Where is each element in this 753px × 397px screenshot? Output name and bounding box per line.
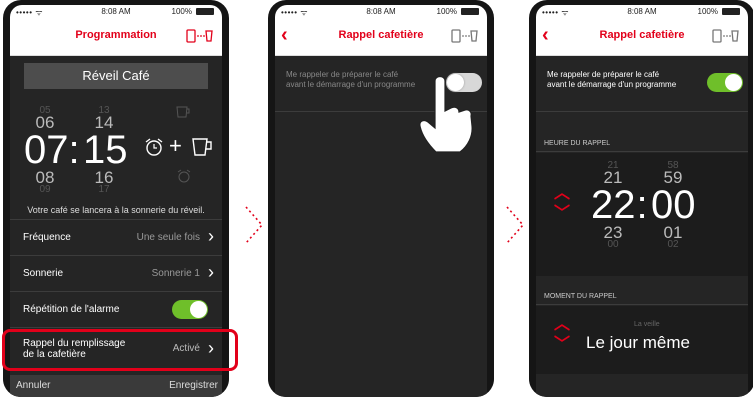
reminder-option-line2: avant le démarrage d'un programme (547, 80, 677, 89)
coffee-maker-icon (192, 138, 212, 156)
battery-icon (196, 8, 214, 15)
stage: ••••• ᯤ 8:08 AM 100% Programmation Révei… (0, 0, 753, 397)
chevron-right-icon: › (208, 262, 214, 282)
hour-selected: 22 (591, 183, 636, 227)
plus-sign: + (169, 133, 182, 158)
minute-selected: 00 (651, 183, 696, 227)
alarm-repeat-row: Répétition de l'alarme (10, 291, 222, 327)
nav-bar: ‹ Rappel cafetière (536, 18, 748, 56)
phone-to-coffee-machine-icon[interactable] (712, 29, 740, 43)
chevron-right-icon: › (208, 226, 214, 246)
frequency-value: Une seule fois (136, 232, 200, 243)
reminder-option-row: Me rappeler de préparer le café avant le… (536, 56, 748, 112)
ringtone-label: Sonnerie (23, 268, 64, 279)
ringtone-row[interactable]: Sonnerie Sonnerie 1 › (10, 255, 222, 291)
moment-selected-option[interactable]: Le jour même (586, 333, 690, 353)
highlight-frame (2, 329, 238, 371)
cancel-button[interactable]: Annuler (16, 380, 50, 391)
minute-selected: 15 (83, 128, 128, 172)
hour-option: 08 (35, 168, 55, 187)
moment-previous-option: La veille (634, 321, 660, 328)
screen-reminder-on: ••••• ᯤ 8:08 AM 100% ‹ Rappel cafetière … (536, 5, 748, 397)
status-bar: ••••• ᯤ 8:08 AM 100% (10, 5, 222, 18)
save-button[interactable]: Enregistrer (169, 380, 218, 391)
dotted-arrow-icon (245, 206, 264, 244)
alarm-name-banner[interactable]: Réveil Café (24, 63, 208, 89)
phone-to-coffee-machine-icon[interactable] (451, 29, 479, 43)
nav-bar: Programmation (10, 18, 222, 56)
hour-option: 00 (607, 239, 619, 250)
coffee-pot-icon (176, 106, 190, 118)
battery-percent: 100% (171, 7, 192, 16)
time-separator: : (636, 183, 648, 227)
reminder-option-line1: Me rappeler de préparer le café (547, 70, 660, 79)
battery-percent: 100% (697, 7, 718, 16)
coffee-start-note: Votre café se lancera à la sonnerie du r… (27, 205, 205, 215)
alarm-clock-icon (145, 138, 163, 156)
status-bar: ••••• ᯤ 8:08 AM 100% (275, 5, 487, 18)
minute-wheel[interactable]: 13 14 15 16 17 (83, 106, 128, 195)
chevron-up-icon[interactable]: ︿ (554, 317, 570, 333)
nav-bar: ‹ Rappel cafetière (275, 18, 487, 56)
reminder-hour-wheel[interactable]: 21 21 22 23 00 (591, 161, 636, 250)
hour-selected: 07 (24, 128, 69, 172)
alarm-clock-icon-dim (177, 169, 191, 183)
minute-option: 01 (663, 223, 683, 242)
status-bar: ••••• ᯤ 8:08 AM 100% (536, 5, 748, 18)
minute-option: 02 (667, 239, 679, 250)
hour-option: 23 (603, 223, 623, 242)
bottom-bar: Annuler Enregistrer (10, 375, 222, 397)
phone-reminder-on: ••••• ᯤ 8:08 AM 100% ‹ Rappel cafetière … (529, 0, 753, 397)
reminder-time-panel: ︿ ﹀ 21 21 22 23 00 : 58 59 00 01 02 (536, 153, 748, 276)
reminder-minute-wheel[interactable]: 58 59 00 01 02 (651, 161, 696, 250)
alarm-repeat-toggle[interactable] (172, 300, 208, 319)
reminder-toggle[interactable] (707, 73, 743, 92)
dotted-arrow-icon (506, 206, 525, 244)
chevron-up-icon[interactable]: ︿ (554, 186, 570, 202)
reminder-time-section-header: HEURE DU RAPPEL (536, 136, 748, 152)
minute-option: 17 (98, 184, 110, 195)
alarm-repeat-label: Répétition de l'alarme (23, 304, 120, 315)
reminder-option-line2: avant le démarrage d'un programme (286, 80, 416, 89)
chevron-down-icon[interactable]: ﹀ (554, 206, 570, 222)
tapping-hand-icon (419, 75, 473, 153)
hour-option: 09 (39, 184, 51, 195)
screen-reminder-off: ••••• ᯤ 8:08 AM 100% ‹ Rappel cafetière … (275, 5, 487, 397)
reminder-option-line1: Me rappeler de préparer le café (286, 70, 399, 79)
minute-option: 16 (94, 168, 114, 187)
battery-icon (461, 8, 479, 15)
reminder-option-label: Me rappeler de préparer le café avant le… (547, 70, 707, 90)
frequency-label: Fréquence (23, 232, 71, 243)
reminder-moment-panel: ︿ ﹀ La veille Le jour même (536, 306, 748, 374)
chevron-down-icon[interactable]: ﹀ (554, 337, 570, 353)
frequency-row[interactable]: Fréquence Une seule fois › (10, 219, 222, 255)
reminder-moment-section-header: MOMENT DU RAPPEL (536, 289, 748, 305)
ringtone-value: Sonnerie 1 (151, 268, 200, 279)
time-separator: : (68, 128, 80, 172)
battery-percent: 100% (436, 7, 457, 16)
hour-wheel[interactable]: 05 06 07 08 09 (24, 106, 69, 195)
battery-icon (722, 8, 740, 15)
phone-to-coffee-machine-icon[interactable] (186, 29, 214, 43)
phone-reminder-off: ••••• ᯤ 8:08 AM 100% ‹ Rappel cafetière … (268, 0, 494, 397)
